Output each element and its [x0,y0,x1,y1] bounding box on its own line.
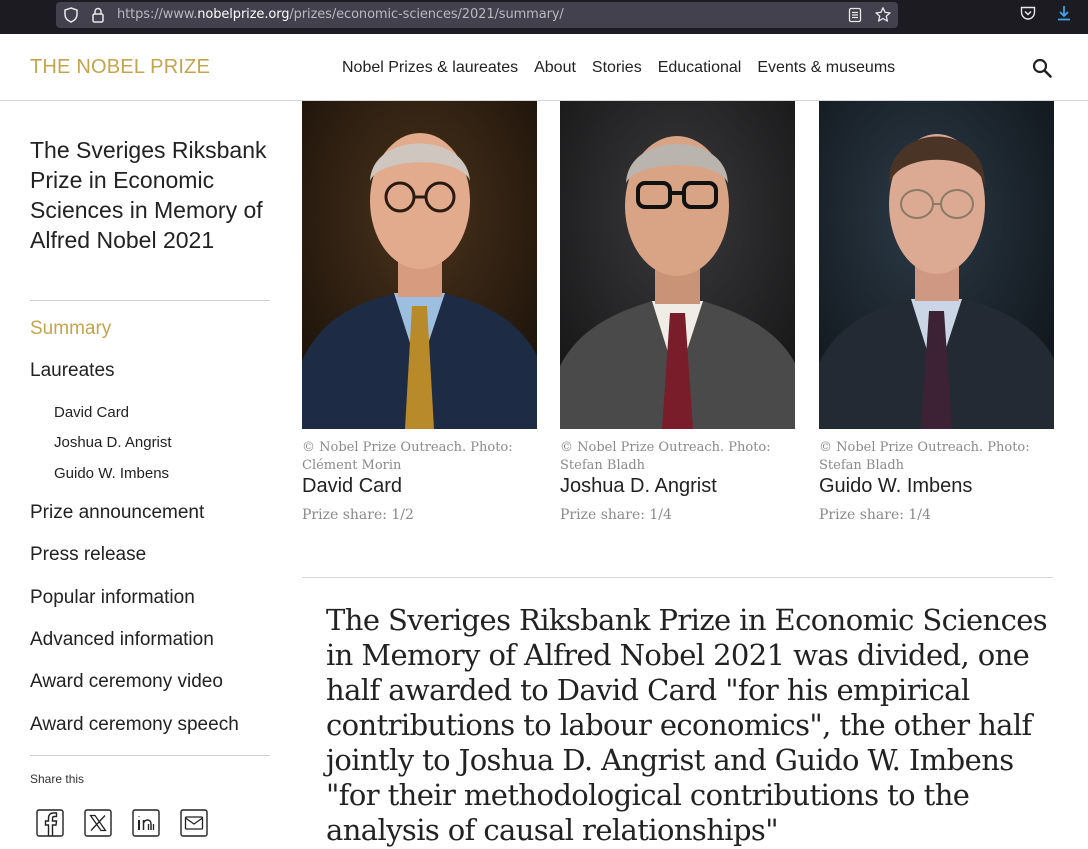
content-divider [302,577,1053,578]
nav-about[interactable]: About [534,59,576,77]
photo-credit: © Nobel Prize Outreach. Photo: Stefan Bl… [819,440,1030,473]
prize-share: Prize share: 1/4 [819,507,931,523]
sidebar-item-joshua-angrist[interactable]: Joshua D. Angrist [54,434,172,451]
sidebar-item-prize-announcement[interactable]: Prize announcement [30,502,204,524]
shield-icon[interactable] [62,6,80,24]
sidebar-item-david-card[interactable]: David Card [54,404,129,421]
search-icon[interactable] [1031,57,1053,79]
star-icon[interactable] [874,6,892,24]
email-icon[interactable] [179,808,209,838]
sidebar-item-press-release[interactable]: Press release [30,544,146,566]
nav-nobel-prizes-laureates[interactable]: Nobel Prizes & laureates [342,59,518,77]
laureate-name[interactable]: David Card [302,474,537,498]
prize-share: Prize share: 1/4 [560,507,672,523]
laureate-card: © Nobel Prize Outreach. Photo: Stefan Bl… [819,101,1054,523]
sidebar-divider [30,300,270,301]
browser-toolbar: https://www.nobelprize.org/prizes/econom… [0,0,1088,34]
nav-educational[interactable]: Educational [658,59,742,77]
laureate-photo[interactable] [819,101,1054,429]
sidebar-item-guido-imbens[interactable]: Guido W. Imbens [54,465,169,482]
sidebar-item-laureates[interactable]: Laureates [30,360,115,382]
photo-credit: © Nobel Prize Outreach. Photo: Stefan Bl… [560,440,771,473]
facebook-icon[interactable] [35,808,65,838]
site-header: THE NOBEL PRIZE Nobel Prizes & laureates… [0,34,1088,101]
laureate-card: © Nobel Prize Outreach. Photo: Stefan Bl… [560,101,795,523]
download-icon[interactable] [1055,4,1073,22]
laureate-photo[interactable] [560,101,795,429]
reader-icon[interactable] [846,6,864,24]
laureate-photo[interactable] [302,101,537,429]
sidebar-item-advanced-information[interactable]: Advanced information [30,629,214,651]
sidebar-item-summary[interactable]: Summary [30,318,111,340]
pocket-icon[interactable] [1019,4,1037,22]
nav-stories[interactable]: Stories [592,59,642,77]
address-bar[interactable]: https://www.nobelprize.org/prizes/econom… [56,2,898,28]
laureate-card: © Nobel Prize Outreach. Photo: Clément M… [302,101,537,523]
site-logo[interactable]: THE NOBEL PRIZE [30,56,210,79]
sidebar-title: The Sveriges Riksbank Prize in Economic … [30,137,267,253]
photo-credit: © Nobel Prize Outreach. Photo: Clément M… [302,440,513,473]
lock-icon[interactable] [89,6,107,24]
x-icon[interactable] [83,808,113,838]
prize-share: Prize share: 1/2 [302,507,414,523]
prize-citation: The Sveriges Riksbank Prize in Economic … [326,603,1048,847]
sidebar-item-award-ceremony-speech[interactable]: Award ceremony speech [30,714,239,736]
share-label: Share this [30,772,85,786]
sidebar-divider [30,755,270,756]
main-nav: Nobel Prizes & laureates About Stories E… [342,59,911,77]
sidebar-item-award-ceremony-video[interactable]: Award ceremony video [30,671,223,693]
sidebar-item-popular-information[interactable]: Popular information [30,587,195,609]
linkedin-icon[interactable] [131,808,161,838]
laureate-name[interactable]: Joshua D. Angrist [560,474,795,498]
laureate-name[interactable]: Guido W. Imbens [819,474,1054,498]
url-text[interactable]: https://www.nobelprize.org/prizes/econom… [117,7,564,22]
nav-events-museums[interactable]: Events & museums [757,59,895,77]
